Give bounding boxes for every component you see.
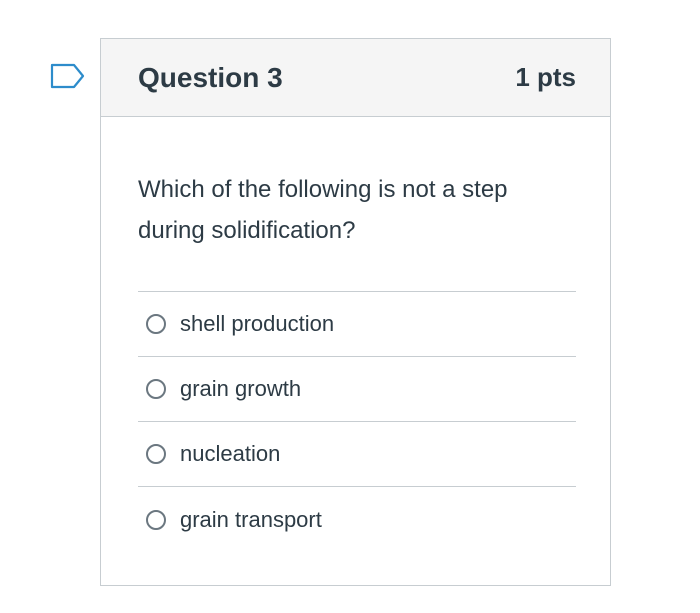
flag-question-icon[interactable] <box>50 63 86 89</box>
radio-button[interactable] <box>146 444 166 464</box>
question-title: Question 3 <box>138 61 283 93</box>
answer-label: nucleation <box>180 441 281 466</box>
radio-button[interactable] <box>146 509 166 530</box>
answer-option[interactable]: grain growth <box>138 357 576 422</box>
answer-label: grain growth <box>180 376 302 401</box>
answer-label: grain transport <box>180 506 322 532</box>
question-text: Which of the following is not a step dur… <box>138 176 508 244</box>
answer-option[interactable]: shell production <box>138 292 576 357</box>
answer-list: shell production grain growth nucleation… <box>138 291 576 552</box>
question-card: Question 3 1 pts Which of the following … <box>100 38 611 586</box>
question-points: 1 pts <box>515 62 576 92</box>
quiz-page: Question 3 1 pts Which of the following … <box>0 0 700 613</box>
answer-label: shell production <box>180 311 335 336</box>
question-header: Question 3 1 pts <box>101 39 610 117</box>
answer-option[interactable]: nucleation <box>138 422 576 487</box>
question-body: Which of the following is not a step dur… <box>101 117 610 552</box>
answer-option[interactable]: grain transport <box>138 487 576 552</box>
radio-button[interactable] <box>146 314 166 334</box>
radio-button[interactable] <box>146 379 166 399</box>
